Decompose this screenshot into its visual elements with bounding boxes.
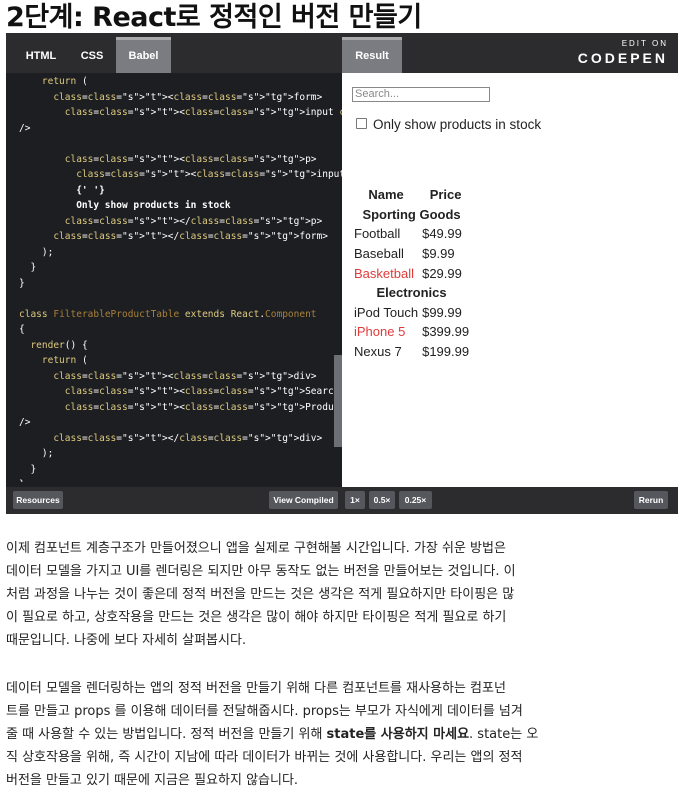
code-block: return ( class=class="s">"t"><class=clas… (19, 76, 342, 482)
product-name: Nexus 7 (354, 344, 402, 360)
text-line: 줄 때 사용할 수 있는 방법입니다. 정적 버전을 만들기 위해 state를… (6, 723, 586, 746)
result-pane: Search... Only show products in stock Na… (342, 73, 678, 487)
column-header-price: Price (429, 187, 462, 203)
product-price: $29.99 (422, 265, 462, 281)
tab-babel[interactable]: Babel (116, 37, 171, 73)
in-stock-checkbox[interactable] (356, 118, 367, 129)
zoom-0-5x-button[interactable]: 0.5× (369, 491, 395, 509)
paragraph-intro: 이제 컴포넌트 계층구조가 만들어졌으니 앱을 실제로 구현해볼 시간입니다. … (6, 537, 586, 652)
product-row: iPhone 5 $399.99 (352, 322, 471, 342)
category-row: Sporting Goods (352, 205, 471, 225)
product-name: iPhone 5 (354, 324, 406, 340)
product-price: $9.99 (422, 246, 455, 262)
vertical-scrollbar[interactable] (334, 355, 342, 447)
zoom-1x-button[interactable]: 1× (345, 491, 365, 509)
column-header-name: Name (368, 187, 404, 203)
zoom-0-25x-button[interactable]: 0.25× (399, 491, 432, 509)
text-line: 버전을 만들고 있기 때문에 지금은 필요하지 않습니다. (6, 773, 299, 788)
paragraph-static-version: 데이터 모델을 렌더링하는 앱의 정적 버전을 만들기 위해 다른 컴포넌트를 … (6, 677, 586, 792)
view-compiled-button[interactable]: View Compiled (269, 491, 338, 509)
text-line: 데이터 모델을 가지고 UI를 렌더링은 되지만 아무 동작도 없는 버전을 만… (6, 564, 516, 579)
text-line: 트를 만들고 props 를 이용해 데이터를 전달해줍시다. props는 부… (6, 704, 523, 719)
text-line: 직 상호작용을 위해, 즉 시간이 지남에 따라 데이터가 바뀌는 것에 사용합… (6, 750, 523, 765)
tab-result[interactable]: Result (342, 37, 402, 73)
product-row: Nexus 7 $199.99 (352, 342, 471, 362)
emphasis-text: state를 사용하지 마세요 (326, 727, 470, 742)
text-line: 데이터 모델을 렌더링하는 앱의 정적 버전을 만들기 위해 다른 컴포넌트를 … (6, 681, 506, 696)
product-name: Football (354, 226, 401, 242)
category-name: Electronics (376, 285, 447, 301)
edit-on-label: EDIT ON (621, 39, 668, 48)
page-title: 2단계: React로 정적인 버전 만들기 (6, 2, 422, 33)
text-span: . state는 오 (469, 727, 539, 742)
text-line: 처럼 과정을 나누는 것이 좋은데 정적 버전을 만드는 것은 생각은 적게 필… (6, 587, 515, 602)
product-row: Baseball $9.99 (352, 244, 471, 264)
product-name: Baseball (354, 246, 404, 262)
product-row: Football $49.99 (352, 224, 471, 244)
resources-button[interactable]: Resources (13, 491, 63, 509)
text-line: 이제 컴포넌트 계층구조가 만들어졌으니 앱을 실제로 구현해볼 시간입니다. … (6, 541, 506, 556)
search-input[interactable]: Search... (352, 87, 490, 102)
tab-html[interactable]: HTML (14, 40, 68, 73)
editor-footer: Resources View Compiled 1× 0.5× 0.25× Re… (6, 487, 678, 514)
tab-css[interactable]: CSS (68, 40, 116, 73)
product-table: Name Price Sporting Goods Football $49.99 B… (352, 185, 471, 361)
category-row: Electronics (352, 283, 471, 303)
in-stock-label: Only show products in stock (373, 117, 542, 132)
product-price: $199.99 (422, 344, 470, 360)
product-name: iPod Touch (354, 304, 419, 320)
rerun-button[interactable]: Rerun (634, 491, 668, 509)
code-editor[interactable]: return ( class=class="s">"t"><class=clas… (6, 73, 342, 482)
text-span: 줄 때 사용할 수 있는 방법입니다. 정적 버전을 만들기 위해 (6, 727, 323, 742)
in-stock-filter[interactable]: Only show products in stock (356, 117, 541, 132)
codepen-wordmark: CODEPEN (577, 50, 668, 66)
text-line: 때문입니다. 나중에 보다 자세히 살펴봅시다. (6, 633, 247, 648)
product-price: $399.99 (422, 324, 470, 340)
product-price: $99.99 (422, 304, 462, 320)
product-price: $49.99 (422, 226, 462, 242)
editor-tabbar: HTML CSS Babel Result EDIT ON CODEPEN (6, 33, 678, 73)
product-row: Basketball $29.99 (352, 263, 471, 283)
text-line: 이 필요로 하고, 상호작용을 만드는 것은 생각은 많이 해야 하지만 타이핑… (6, 610, 507, 625)
codepen-embed: HTML CSS Babel Result EDIT ON CODEPEN re… (6, 33, 678, 514)
product-name: Basketball (354, 265, 414, 281)
codepen-logo[interactable]: EDIT ON CODEPEN (578, 39, 668, 66)
product-row: iPod Touch $99.99 (352, 303, 471, 323)
category-name: Sporting Goods (362, 206, 461, 222)
